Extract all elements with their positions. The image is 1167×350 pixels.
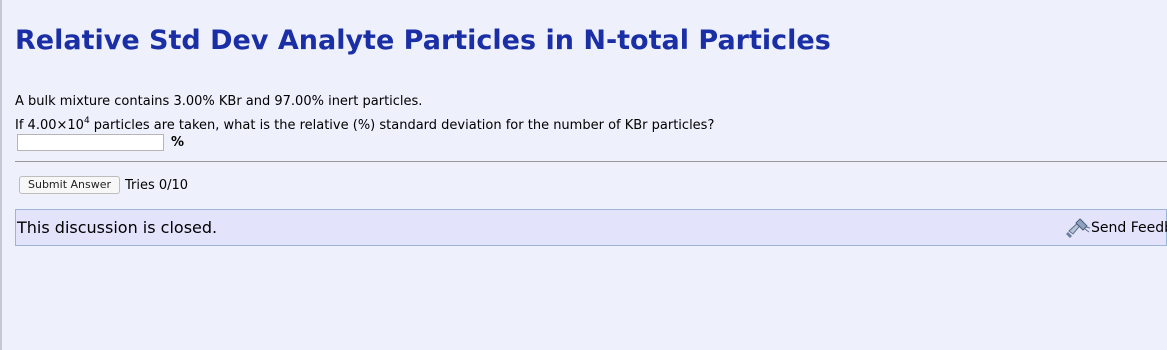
- problem-statement-line1: A bulk mixture contains 3.00% KBr and 97…: [15, 94, 423, 109]
- send-feedback-link[interactable]: Send Feedback: [1066, 217, 1167, 239]
- problem-line2-suffix: particles are taken, what is the relativ…: [89, 118, 715, 133]
- window-left-edge: [0, 0, 2, 350]
- problem-statement-line2: If 4.00×104 particles are taken, what is…: [15, 116, 714, 133]
- answer-unit: %: [171, 135, 185, 150]
- tries-counter: Tries 0/10: [125, 178, 189, 193]
- problem-page: Relative Std Dev Analyte Particles in N-…: [15, 0, 1167, 350]
- page-title: Relative Std Dev Analyte Particles in N-…: [15, 25, 831, 56]
- answer-input[interactable]: [17, 134, 164, 151]
- problem-line2-prefix: If 4.00×10: [15, 118, 84, 133]
- discussion-status: This discussion is closed.: [17, 218, 218, 237]
- discussion-bar: This discussion is closed. Send Feedback: [15, 209, 1167, 246]
- send-feedback-label: Send Feedback: [1091, 220, 1167, 236]
- submit-answer-button[interactable]: Submit Answer: [19, 176, 121, 194]
- divider: [15, 161, 1167, 162]
- feedback-megaphone-icon: [1066, 217, 1091, 239]
